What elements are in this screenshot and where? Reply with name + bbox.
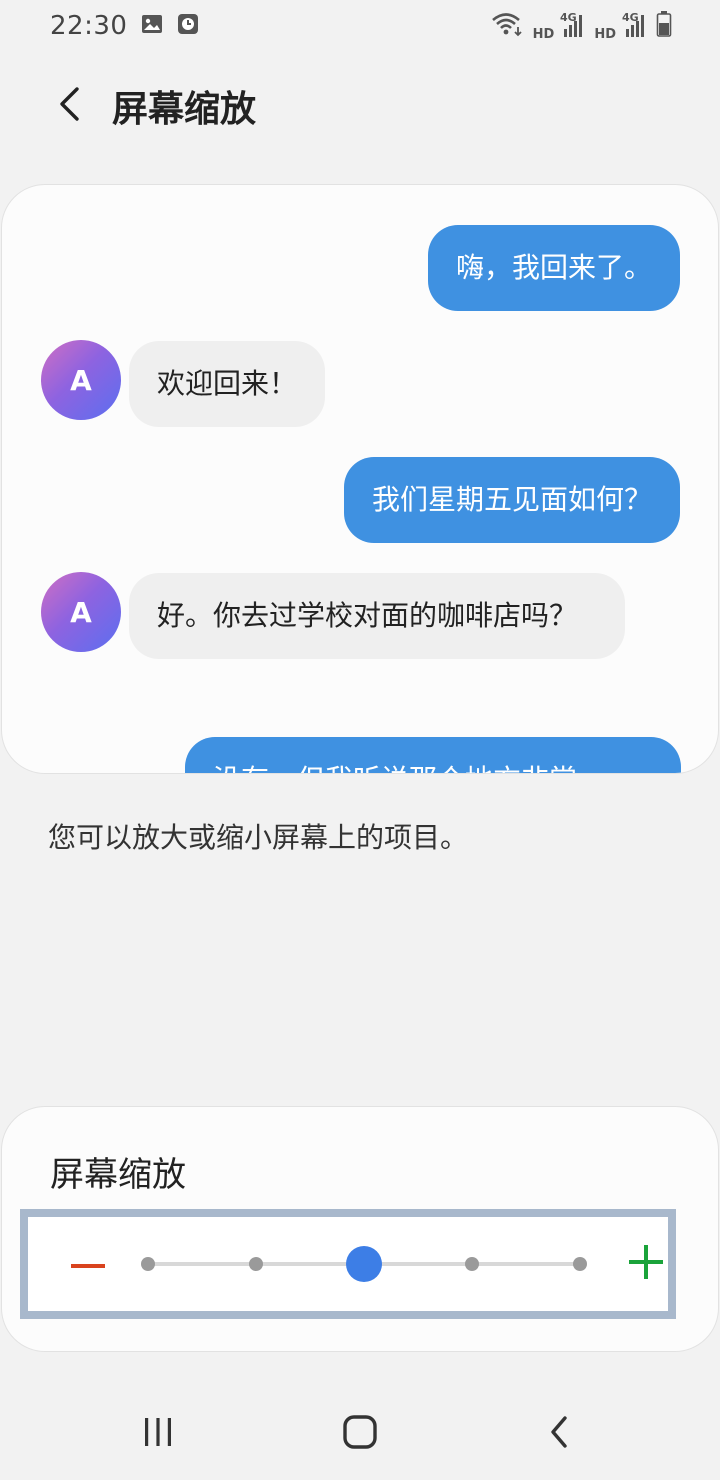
slider-tick[interactable] <box>141 1257 155 1271</box>
slider-thumb[interactable] <box>346 1246 382 1282</box>
zoom-title: 屏幕缩放 <box>50 1155 186 1195</box>
avatar: A <box>41 572 121 652</box>
description-text: 您可以放大或缩小屏幕上的项目。 <box>48 821 469 854</box>
network-label: HD <box>594 27 616 42</box>
recent-apps-icon <box>142 1416 174 1452</box>
status-time: 22:30 <box>50 11 128 41</box>
message-bubble-outgoing: 没有，但我听说那个地方非常 <box>185 737 681 773</box>
page-title: 屏幕缩放 <box>112 89 257 130</box>
recent-apps-button[interactable] <box>118 1402 198 1466</box>
slider-tick[interactable] <box>573 1257 587 1271</box>
home-button[interactable] <box>320 1402 400 1466</box>
zoom-slider[interactable] <box>141 1246 587 1282</box>
clock-icon <box>177 13 199 39</box>
wifi-icon <box>491 11 525 41</box>
image-icon <box>141 14 163 38</box>
message-bubble-incoming: 好。你去过学校对面的咖啡店吗？ <box>129 573 625 659</box>
zoom-card: 屏幕缩放 <box>1 1106 719 1352</box>
app-header: 屏幕缩放 <box>0 60 720 152</box>
avatar: A <box>41 340 121 420</box>
preview-card: 嗨，我回来了。 A 欢迎回来！ 我们星期五见面如何？ A 好。你去过学校对面的咖… <box>1 184 719 774</box>
back-icon <box>547 1415 573 1453</box>
chevron-left-icon <box>57 86 83 126</box>
slider-tick[interactable] <box>249 1257 263 1271</box>
home-icon <box>343 1415 377 1453</box>
signal-icon: 4G <box>556 11 586 41</box>
zoom-control <box>20 1209 676 1319</box>
status-bar: 22:30 HD 4G HD 4G <box>0 0 720 52</box>
zoom-out-button[interactable] <box>56 1233 120 1295</box>
message-bubble-incoming: 欢迎回来！ <box>129 341 326 427</box>
zoom-in-button[interactable] <box>614 1233 678 1295</box>
battery-icon <box>656 11 672 41</box>
slider-tick[interactable] <box>465 1257 479 1271</box>
message-bubble-outgoing: 嗨，我回来了。 <box>427 225 680 311</box>
plus-icon <box>629 1245 663 1283</box>
navigation-bar <box>0 1390 720 1480</box>
network-label: HD <box>532 27 555 42</box>
minus-icon <box>71 1255 105 1274</box>
message-bubble-outgoing: 我们星期五见面如何？ <box>343 457 680 543</box>
nav-back-button[interactable] <box>520 1402 600 1466</box>
back-button[interactable] <box>30 66 110 146</box>
signal-icon: 4G <box>618 11 648 41</box>
